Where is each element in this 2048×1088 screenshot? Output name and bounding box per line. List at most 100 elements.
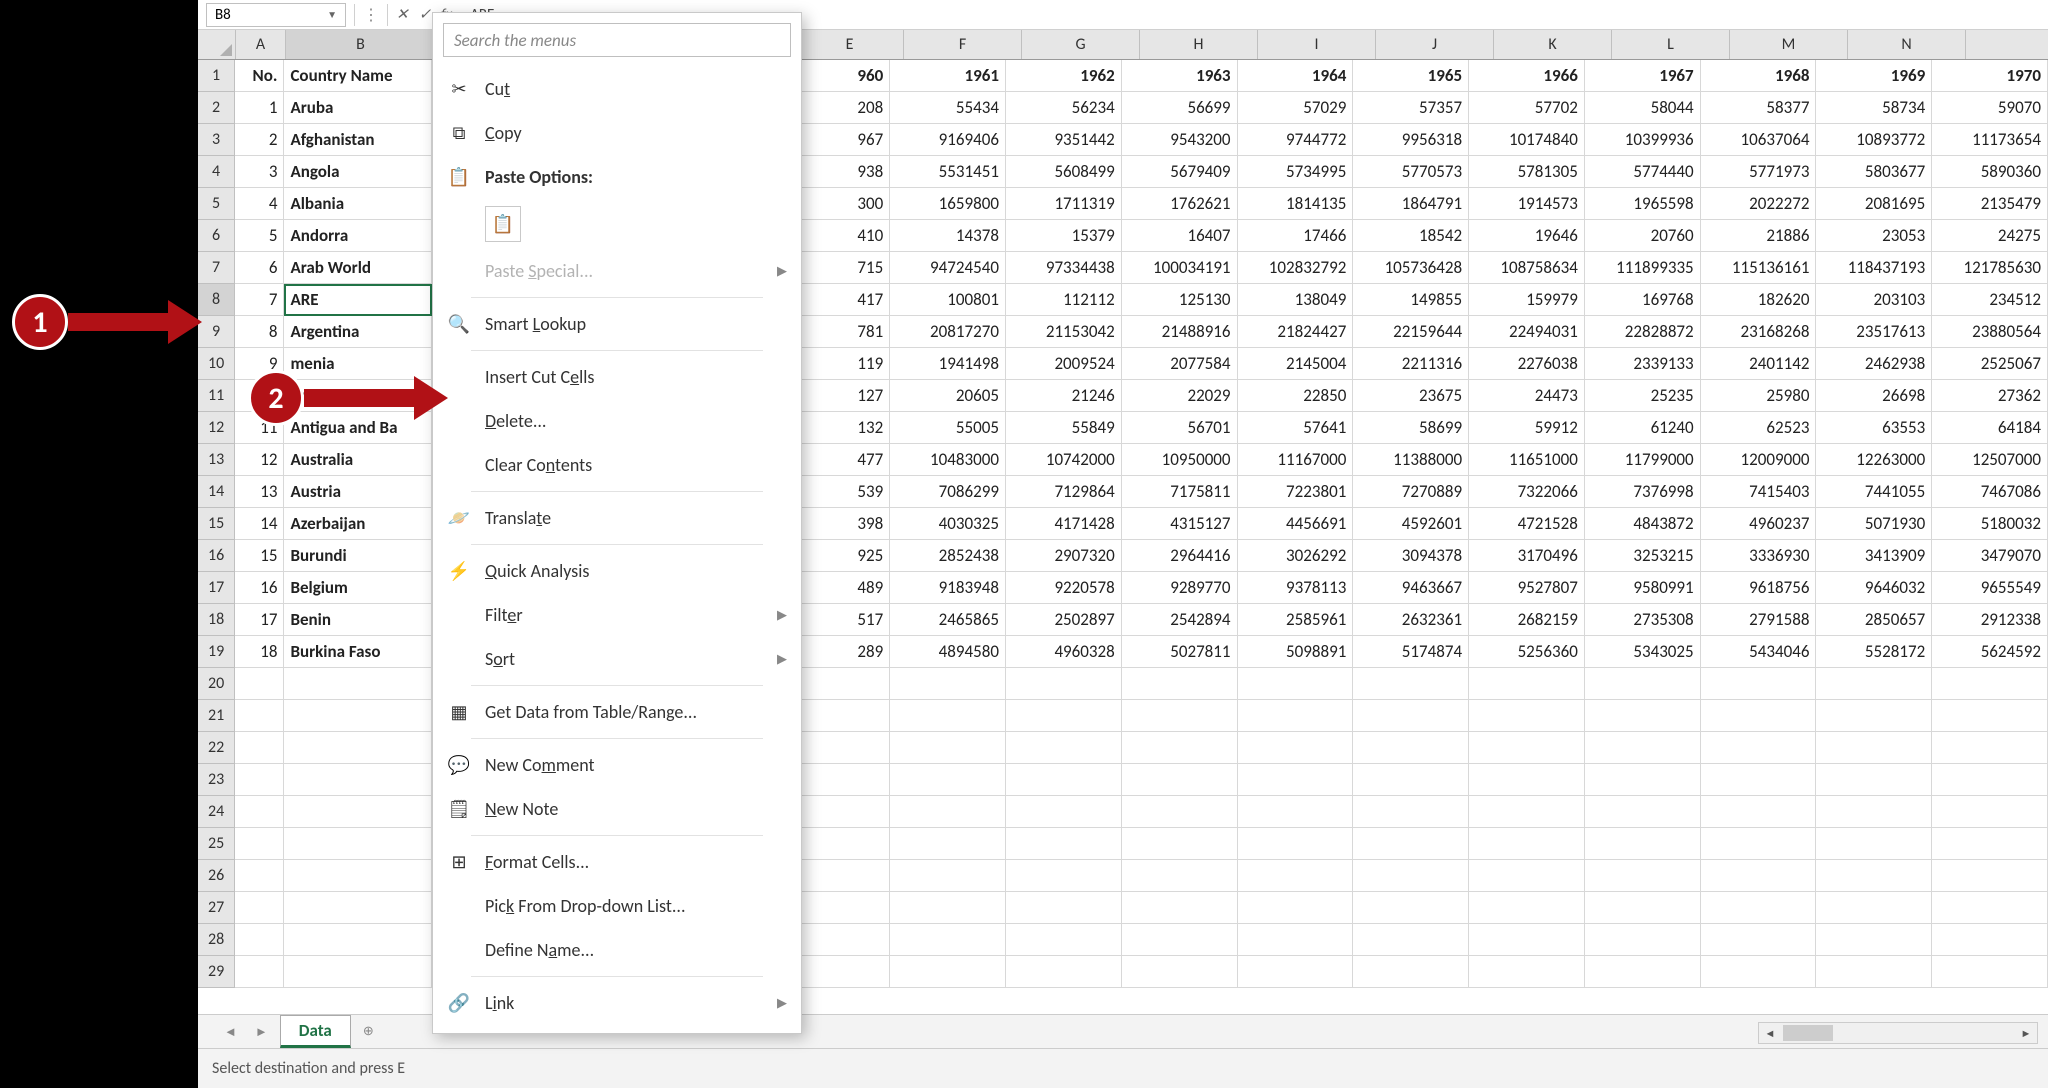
row-header[interactable]: 1 xyxy=(198,60,235,92)
cell-val[interactable]: 4843872 xyxy=(1585,508,1701,540)
cell-val[interactable]: 2081695 xyxy=(1816,188,1932,220)
cell-val[interactable]: 20760 xyxy=(1585,220,1701,252)
cell-val[interactable]: 55849 xyxy=(1006,412,1122,444)
cell-val[interactable]: 20605 xyxy=(890,380,1006,412)
cell-val[interactable]: 7129864 xyxy=(1006,476,1122,508)
cell-country[interactable]: Aruba xyxy=(284,92,431,124)
row-header[interactable]: 24 xyxy=(198,796,235,828)
cell[interactable] xyxy=(1122,796,1238,828)
cell[interactable] xyxy=(284,700,431,732)
cell[interactable] xyxy=(1006,796,1122,828)
row-header[interactable]: 29 xyxy=(198,956,235,988)
cell[interactable] xyxy=(1353,924,1469,956)
cell[interactable] xyxy=(1816,732,1932,764)
cell[interactable] xyxy=(1353,700,1469,732)
cell-no[interactable]: 2 xyxy=(235,124,284,156)
cell[interactable] xyxy=(890,828,1006,860)
cell[interactable] xyxy=(1701,700,1817,732)
menu-smart-lookup[interactable]: 🔍Smart Lookup xyxy=(433,302,801,346)
cell[interactable] xyxy=(1006,764,1122,796)
cell-val[interactable]: 23675 xyxy=(1353,380,1469,412)
menu-translate[interactable]: 🪐Translate xyxy=(433,496,801,540)
cell[interactable] xyxy=(1816,700,1932,732)
cell-val[interactable]: 10483000 xyxy=(890,444,1006,476)
cell-val[interactable]: 5343025 xyxy=(1585,636,1701,668)
cell[interactable] xyxy=(1585,668,1701,700)
cell-val[interactable]: 1711319 xyxy=(1006,188,1122,220)
cell-no[interactable]: 16 xyxy=(235,572,284,604)
menu-sort[interactable]: Sort▶ xyxy=(433,637,801,681)
sheet-tab-data[interactable]: Data xyxy=(280,1015,351,1048)
cell[interactable] xyxy=(1701,892,1817,924)
menu-clear-contents[interactable]: Clear Contents xyxy=(433,443,801,487)
cell-val[interactable]: 2009524 xyxy=(1006,348,1122,380)
cell-country[interactable]: Azerbaijan xyxy=(284,508,431,540)
cell-no[interactable]: 6 xyxy=(235,252,284,284)
cell[interactable] xyxy=(1701,828,1817,860)
cell-val[interactable]: 56699 xyxy=(1122,92,1238,124)
cell-val[interactable]: 9289770 xyxy=(1122,572,1238,604)
cell-val[interactable]: 22850 xyxy=(1238,380,1354,412)
cell[interactable] xyxy=(235,668,284,700)
row-header[interactable]: 5 xyxy=(198,188,235,220)
cell-val[interactable]: 4171428 xyxy=(1006,508,1122,540)
cell-val[interactable]: 4960328 xyxy=(1006,636,1122,668)
cell-val[interactable]: 21246 xyxy=(1006,380,1122,412)
menu-filter[interactable]: Filter▶ xyxy=(433,593,801,637)
cell[interactable] xyxy=(1469,956,1585,988)
cell-country[interactable]: Belgium xyxy=(284,572,431,604)
cell-val[interactable]: 23168268 xyxy=(1701,316,1817,348)
cell-val[interactable]: 59912 xyxy=(1469,412,1585,444)
cell-val[interactable]: 9169406 xyxy=(890,124,1006,156)
cell-val[interactable]: 2791588 xyxy=(1701,604,1817,636)
cell-val[interactable]: 12009000 xyxy=(1701,444,1817,476)
cell-no[interactable]: 18 xyxy=(235,636,284,668)
menu-pick-list[interactable]: Pick From Drop-down List... xyxy=(433,884,801,928)
cell-no[interactable]: 3 xyxy=(235,156,284,188)
cell-val[interactable]: 16407 xyxy=(1122,220,1238,252)
cell-val[interactable]: 24473 xyxy=(1469,380,1585,412)
cell-val[interactable]: 2682159 xyxy=(1469,604,1585,636)
cell-val[interactable]: 4030325 xyxy=(890,508,1006,540)
cell-val[interactable]: 1965598 xyxy=(1585,188,1701,220)
cell-val[interactable]: 22828872 xyxy=(1585,316,1701,348)
cell[interactable] xyxy=(1816,668,1932,700)
cell-val[interactable]: 9463667 xyxy=(1353,572,1469,604)
cell[interactable] xyxy=(1701,732,1817,764)
menu-copy[interactable]: ⧉Copy xyxy=(433,111,801,155)
cell[interactable] xyxy=(284,764,431,796)
cell-val[interactable]: 108758634 xyxy=(1469,252,1585,284)
cell-val[interactable]: 2525067 xyxy=(1932,348,2048,380)
menu-new-comment[interactable]: 💬New Comment xyxy=(433,743,801,787)
cell-val[interactable]: 63553 xyxy=(1816,412,1932,444)
cell[interactable] xyxy=(1585,860,1701,892)
cell-val[interactable]: 7175811 xyxy=(1122,476,1238,508)
cell-val[interactable]: 2401142 xyxy=(1701,348,1817,380)
cell-val[interactable]: 4456691 xyxy=(1238,508,1354,540)
cell-val[interactable]: 5734995 xyxy=(1238,156,1354,188)
cell-val[interactable]: 4592601 xyxy=(1353,508,1469,540)
col-A[interactable]: A xyxy=(236,30,286,59)
cell[interactable] xyxy=(284,796,431,828)
menu-format-cells[interactable]: ⊞Format Cells... xyxy=(433,840,801,884)
col-E[interactable]: E xyxy=(796,30,904,59)
cell[interactable] xyxy=(1006,828,1122,860)
cell[interactable] xyxy=(1585,956,1701,988)
cell-country[interactable]: Benin xyxy=(284,604,431,636)
row-header[interactable]: 10 xyxy=(198,348,235,380)
cell[interactable] xyxy=(235,828,284,860)
cell-val[interactable]: 5434046 xyxy=(1701,636,1817,668)
cell[interactable] xyxy=(235,860,284,892)
cell[interactable] xyxy=(890,700,1006,732)
cell[interactable] xyxy=(1932,764,2048,796)
cell-val[interactable]: 62523 xyxy=(1701,412,1817,444)
cell-val[interactable]: 4894580 xyxy=(890,636,1006,668)
row-header[interactable]: 14 xyxy=(198,476,235,508)
cell-val[interactable]: 1659800 xyxy=(890,188,1006,220)
cell-val[interactable]: 7223801 xyxy=(1238,476,1354,508)
cell-val[interactable]: 23053 xyxy=(1816,220,1932,252)
cell[interactable] xyxy=(284,860,431,892)
menu-get-data[interactable]: ▦Get Data from Table/Range... xyxy=(433,690,801,734)
enter-icon[interactable]: ✓ xyxy=(419,5,432,24)
cell-val[interactable]: 9220578 xyxy=(1006,572,1122,604)
